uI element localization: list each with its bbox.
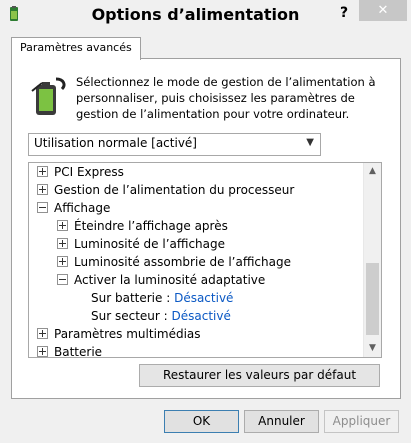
- tree-item-processor-power[interactable]: Gestion de l’alimentation du processeur: [37, 181, 294, 199]
- tree-item-label: Activer la luminosité adaptative: [74, 273, 266, 287]
- tab-advanced-settings[interactable]: Paramètres avancés: [11, 37, 141, 60]
- cancel-button[interactable]: Annuler: [244, 410, 319, 433]
- power-plan-selected: Utilisation normale [activé]: [34, 136, 197, 150]
- tree-item-value-link[interactable]: Désactivé: [172, 309, 231, 323]
- scrollbar-thumb[interactable]: [366, 263, 379, 335]
- collapse-minus-icon[interactable]: [57, 274, 68, 285]
- chevron-down-icon: ▼: [306, 137, 314, 148]
- close-button[interactable]: ✕: [359, 0, 407, 21]
- expand-plus-icon[interactable]: [37, 166, 48, 177]
- tree-item-dimmed-brightness[interactable]: Luminosité assombrie de l’affichage: [57, 253, 291, 271]
- power-plan-select[interactable]: Utilisation normale [activé] ▼: [28, 133, 321, 156]
- collapse-minus-icon[interactable]: [37, 202, 48, 213]
- tree-item-label: Sur batterie :: [91, 291, 171, 305]
- tree-item-label: Sur secteur :: [91, 309, 168, 323]
- tree-item-label: Affichage: [54, 201, 111, 215]
- tree-item-plugged-in[interactable]: Sur secteur : Désactivé: [91, 307, 231, 325]
- expand-plus-icon[interactable]: [57, 256, 68, 267]
- tree-item-label: Batterie: [54, 345, 103, 357]
- description-text: Sélectionnez le mode de gestion de l’ali…: [76, 75, 376, 121]
- title-bar: Options d’alimentation ? ✕: [0, 0, 411, 30]
- tree-item-adaptive-brightness[interactable]: Activer la luminosité adaptative: [57, 271, 265, 289]
- expand-plus-icon[interactable]: [37, 184, 48, 195]
- scroll-up-arrow-icon[interactable]: ▲: [364, 163, 381, 180]
- scroll-down-arrow-icon[interactable]: ▼: [364, 340, 381, 357]
- help-button[interactable]: ?: [334, 2, 354, 24]
- tree-item-value-link[interactable]: Désactivé: [174, 291, 233, 305]
- tree-item-label: Éteindre l’affichage après: [74, 219, 228, 233]
- apply-button[interactable]: Appliquer: [324, 410, 399, 433]
- battery-power-icon: [31, 77, 66, 115]
- window-title: Options d’alimentation: [91, 5, 300, 24]
- tree-scrollbar[interactable]: ▲ ▼: [363, 163, 381, 357]
- tree-item-pci-express[interactable]: PCI Express: [37, 163, 124, 181]
- tree-item-multimedia[interactable]: Paramètres multimédias: [37, 325, 201, 343]
- tree-item-label: PCI Express: [54, 165, 124, 179]
- expand-plus-icon[interactable]: [57, 238, 68, 249]
- tree-item-on-battery[interactable]: Sur batterie : Désactivé: [91, 289, 233, 307]
- settings-tree[interactable]: PCI Express Gestion de l’alimentation du…: [28, 162, 382, 358]
- tree-item-battery[interactable]: Batterie: [37, 343, 102, 357]
- tree-item-label: Luminosité assombrie de l’affichage: [74, 255, 291, 269]
- tree-item-display[interactable]: Affichage: [37, 199, 110, 217]
- tree-item-turn-off-display[interactable]: Éteindre l’affichage après: [57, 217, 228, 235]
- expand-plus-icon[interactable]: [37, 346, 48, 357]
- tree-item-label: Gestion de l’alimentation du processeur: [54, 183, 295, 197]
- power-options-dialog: Options d’alimentation ? ✕ Paramètres av…: [0, 0, 411, 443]
- tree-item-label: Paramètres multimédias: [54, 327, 201, 341]
- ok-button[interactable]: OK: [164, 410, 239, 433]
- tree-item-display-brightness[interactable]: Luminosité de l’affichage: [57, 235, 225, 253]
- expand-plus-icon[interactable]: [57, 220, 68, 231]
- expand-plus-icon[interactable]: [37, 328, 48, 339]
- restore-defaults-button[interactable]: Restaurer les valeurs par défaut: [139, 364, 380, 387]
- tree-item-label: Luminosité de l’affichage: [74, 237, 226, 251]
